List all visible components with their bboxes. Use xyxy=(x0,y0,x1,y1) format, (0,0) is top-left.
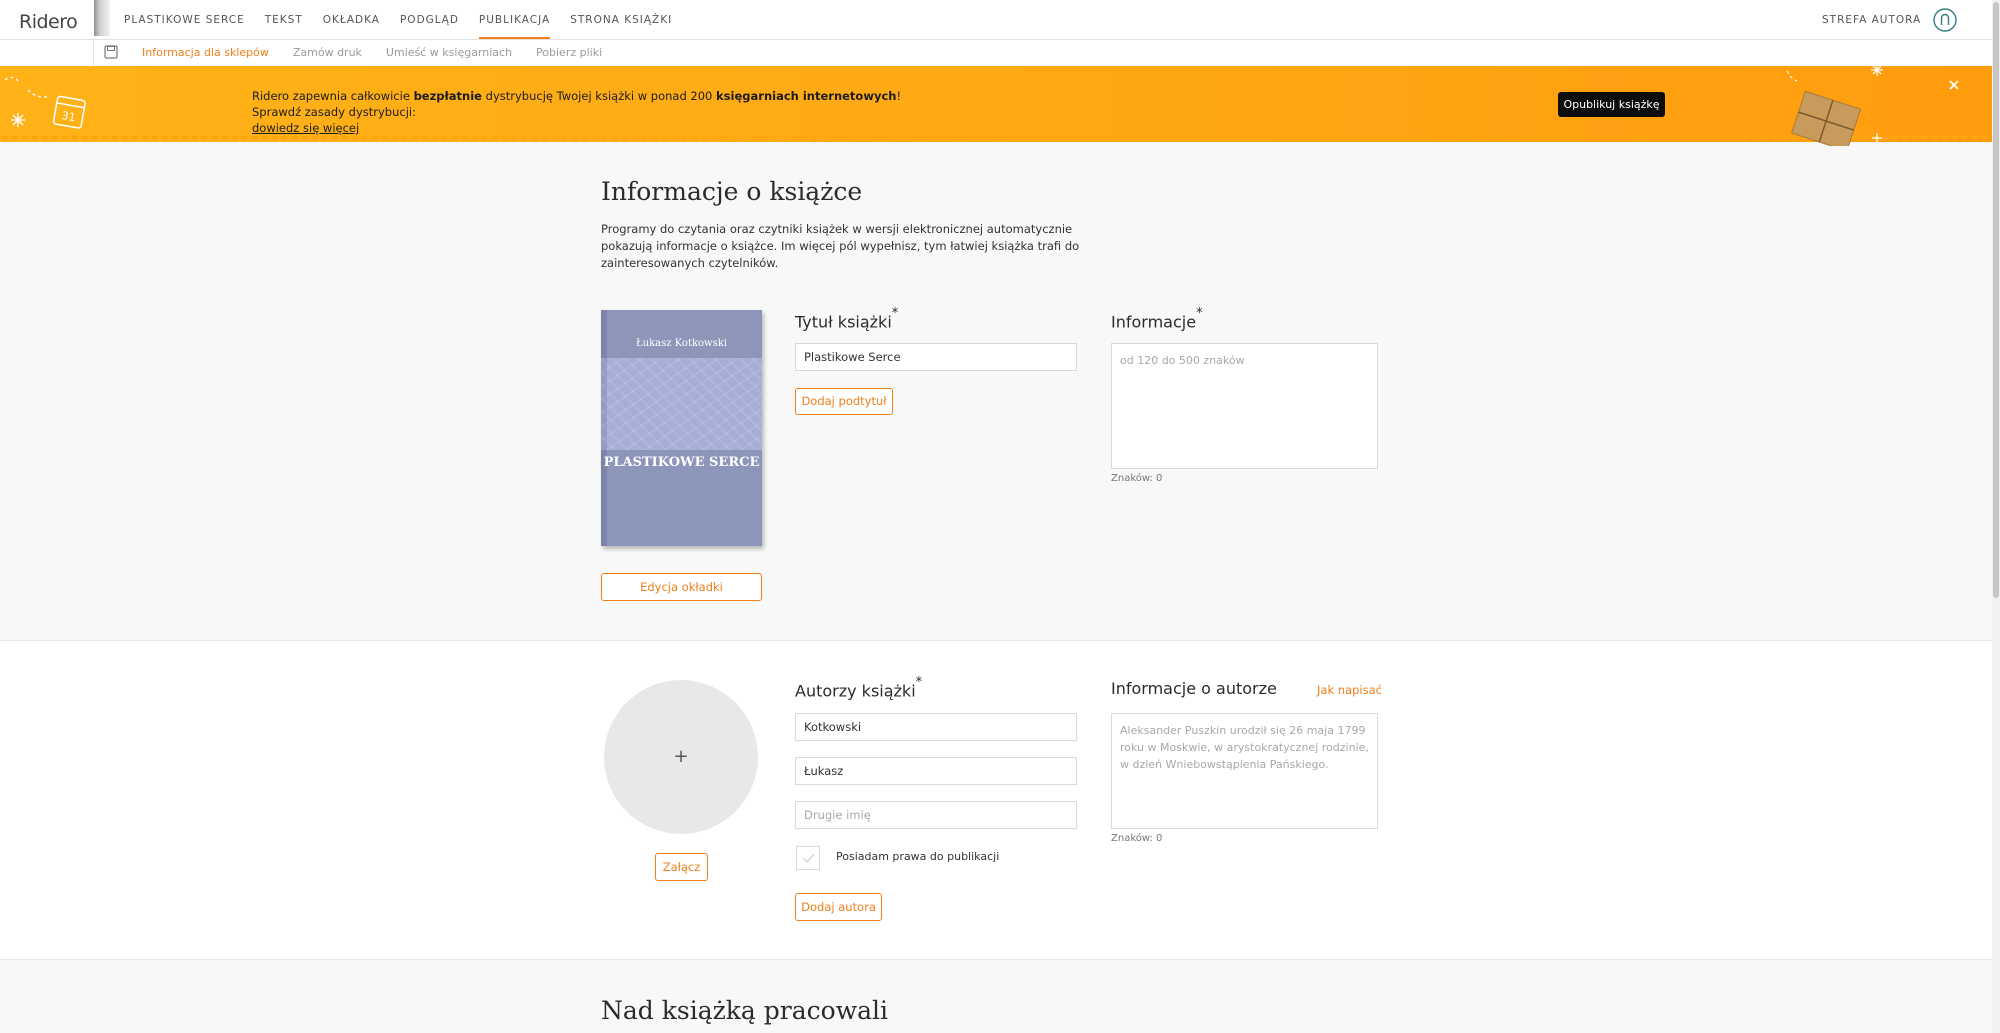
author-middle-name-input[interactable] xyxy=(795,801,1077,829)
add-author-button[interactable]: Dodaj autora xyxy=(795,893,882,921)
publish-book-button[interactable]: Opublikuj książkę xyxy=(1558,92,1665,117)
cover-title-text: PLASTIKOWE SERCE xyxy=(603,455,760,470)
contributors-section xyxy=(0,960,1992,1033)
author-first-name-input[interactable] xyxy=(795,757,1077,785)
subnav-divider xyxy=(93,40,94,66)
attach-photo-button[interactable]: Załącz xyxy=(655,853,708,881)
how-to-write-link[interactable]: Jak napisać xyxy=(1317,683,1382,697)
add-subtitle-button[interactable]: Dodaj podtytuł xyxy=(795,388,893,415)
nav-item-0[interactable]: Plastikowe Serce xyxy=(114,0,255,39)
book-cover-image: Łukasz Kotkowski PLASTIKOWE SERCE xyxy=(601,310,762,546)
ridero-logo[interactable]: Ridero xyxy=(19,11,78,33)
learn-more-link[interactable]: dowiedz się więcej xyxy=(252,121,359,135)
cover-author-text: Łukasz Kotkowski xyxy=(635,338,727,349)
book-info-label: Informacje* xyxy=(1111,306,1203,332)
contributors-heading: Nad książką pracowali xyxy=(601,996,888,1025)
package-decoration-icon xyxy=(1786,66,1883,146)
nav-item-5[interactable]: Strona książki xyxy=(560,0,682,39)
edit-cover-button[interactable]: Edycja okładki xyxy=(601,573,762,601)
calendar-decoration-icon: 31 xyxy=(4,76,86,129)
cover-pattern xyxy=(601,358,762,450)
main-nav-links: Plastikowe Serce Tekst Okładka Podgląd Publi… xyxy=(114,0,682,39)
subnav-links: Informacja dla sklepów Zamów druk Umieść w… xyxy=(130,40,614,66)
publication-rights-checkbox[interactable] xyxy=(796,846,820,870)
subnav-item-0[interactable]: Informacja dla sklepów xyxy=(130,40,281,66)
publication-rights-label: Posiadam prawa do publikacji xyxy=(836,850,1000,863)
author-zone-link[interactable]: Strefa autora xyxy=(1822,0,1921,39)
book-info-char-counter: Znaków: 0 xyxy=(1111,473,1163,484)
banner-zigzag-edge xyxy=(0,136,1992,146)
required-mark: * xyxy=(1196,306,1203,321)
cover-top-band xyxy=(601,310,762,358)
book-title-input[interactable] xyxy=(795,343,1077,371)
banner-message: Ridero zapewnia całkowicie bezpłatnie dy… xyxy=(252,89,902,135)
book-title-label: Tytuł książki* xyxy=(795,306,899,332)
nav-item-3[interactable]: Podgląd xyxy=(390,0,469,39)
subnav-item-1[interactable]: Zamów druk xyxy=(281,40,374,66)
intro-text: Programy do czytania oraz czytniki książ… xyxy=(601,222,1080,270)
save-icon[interactable] xyxy=(104,45,118,59)
author-info-textarea[interactable] xyxy=(1111,713,1378,829)
sub-navigation: Informacja dla sklepów Zamów druk Umieść w… xyxy=(0,40,1992,67)
page-title: Informacje o książce xyxy=(601,177,863,206)
required-mark: * xyxy=(915,675,923,690)
calendar-day-text: 31 xyxy=(61,109,77,124)
user-icon[interactable] xyxy=(1933,8,1957,32)
checkmark-icon xyxy=(802,853,815,863)
subnav-item-2[interactable]: Umieść w księgarniach xyxy=(374,40,524,66)
nav-item-2[interactable]: Okładka xyxy=(313,0,390,39)
subnav-item-3[interactable]: Pobierz pliki xyxy=(524,40,614,66)
close-banner-icon[interactable] xyxy=(1948,79,1960,91)
nav-item-1[interactable]: Tekst xyxy=(255,0,313,39)
book-info-textarea[interactable] xyxy=(1111,343,1378,469)
author-avatar-upload[interactable]: + xyxy=(604,680,758,834)
author-info-char-counter: Znaków: 0 xyxy=(1111,833,1163,844)
required-mark: * xyxy=(891,306,899,321)
book-authors-label: Autorzy książki* xyxy=(795,675,923,701)
author-last-name-input[interactable] xyxy=(795,713,1077,741)
logo-fold-decoration xyxy=(94,0,110,36)
nav-item-4[interactable]: Publikacja xyxy=(469,0,560,39)
author-info-label: Informacje o autorze xyxy=(1111,679,1277,698)
top-navigation: Ridero Plastikowe Serce Tekst Okładka Podgl… xyxy=(0,0,1992,40)
scrollbar-thumb[interactable] xyxy=(1993,2,1999,598)
plus-icon: + xyxy=(673,746,689,767)
